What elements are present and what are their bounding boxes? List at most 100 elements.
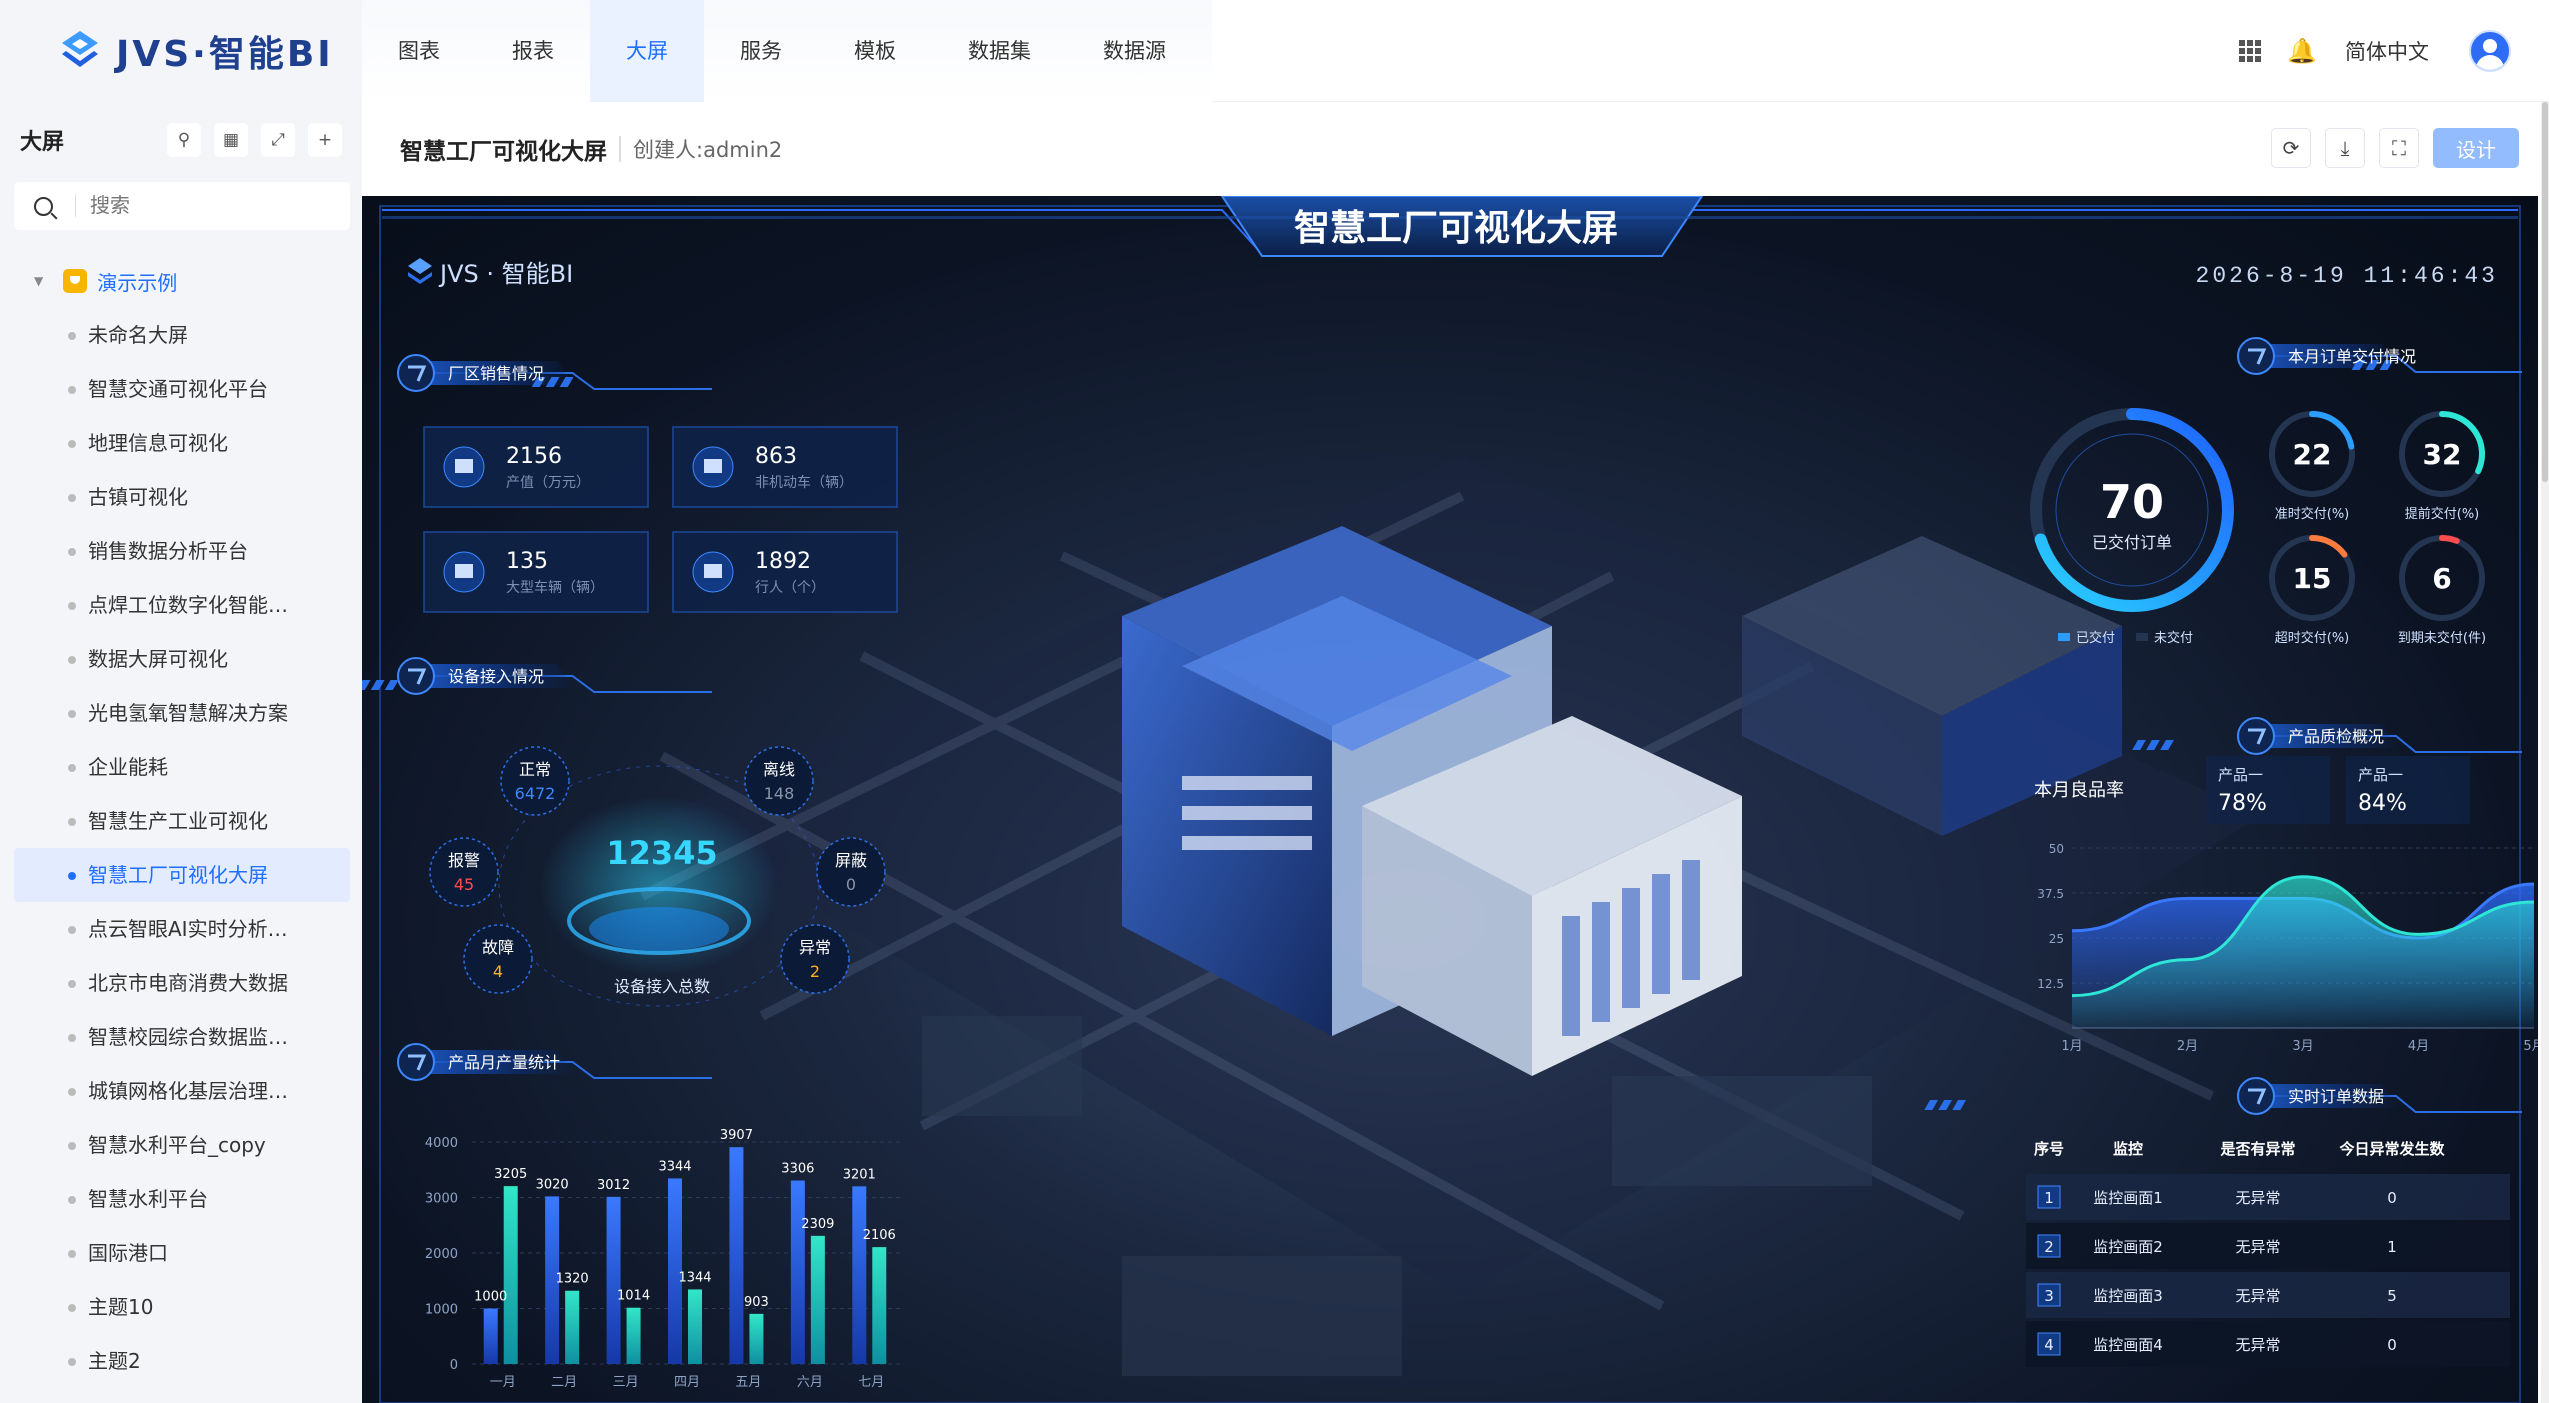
panel-devices-title: 设备接入情况 bbox=[448, 667, 544, 686]
sales-card-label: 非机动车（辆） bbox=[755, 474, 853, 491]
nav-item-4[interactable]: 模板 bbox=[818, 0, 932, 102]
bar-series-a bbox=[729, 1147, 744, 1364]
screen-tree: ▼ 演示示例 未命名大屏 智慧交通可视化平台 地理信息可视化 古镇可视化 销售数据分析平… bbox=[0, 254, 362, 1388]
search-icon bbox=[34, 196, 53, 216]
bar-series-a bbox=[852, 1186, 867, 1364]
tree-item[interactable]: 智慧水利平台 bbox=[0, 1172, 350, 1226]
nav-item-2[interactable]: 大屏 bbox=[590, 0, 704, 102]
panel-output-title: 产品月产量统计 bbox=[448, 1053, 560, 1072]
language-switcher[interactable]: 简体中文 bbox=[2345, 36, 2429, 66]
device-node-label: 离线 bbox=[763, 760, 795, 779]
table-cell: 1 bbox=[2044, 1189, 2054, 1207]
caret-down-icon[interactable]: ▼ bbox=[34, 274, 43, 288]
bar-label-b: 2309 bbox=[801, 1217, 834, 1232]
tree-item[interactable]: 未命名大屏 bbox=[0, 308, 350, 362]
main-ring-label: 已交付订单 bbox=[2092, 533, 2172, 552]
bar-category: 三月 bbox=[613, 1375, 639, 1390]
bell-icon[interactable]: 🔔 bbox=[2287, 37, 2317, 65]
tree-item[interactable]: 点焊工位数字化智能… bbox=[0, 578, 350, 632]
tree-item[interactable]: 智慧工厂可视化大屏 bbox=[14, 848, 350, 902]
tree-item[interactable]: 智慧校园综合数据监… bbox=[0, 1010, 350, 1064]
order-rings: 70 已交付订单已交付 未交付 22 准时交付(%) 32 提前交付(%) 15 超时交付(%)… bbox=[2030, 408, 2486, 646]
tree-item[interactable]: 北京市电商消费大数据 bbox=[0, 956, 350, 1010]
area-category: 2月 bbox=[2177, 1039, 2198, 1054]
search-input[interactable] bbox=[90, 194, 340, 218]
user-avatar[interactable] bbox=[2469, 30, 2511, 72]
tree-item[interactable]: 城镇网格化基层治理… bbox=[0, 1064, 350, 1118]
dashboard-canvas: 智慧工厂可视化大屏 JVS · 智能BI 2026-8-19 11:46:43 … bbox=[362, 196, 2538, 1403]
page-scrollbar[interactable] bbox=[2541, 102, 2549, 1403]
tree-item[interactable]: 数据大屏可视化 bbox=[0, 632, 350, 686]
bar-series-b bbox=[626, 1307, 641, 1364]
device-node-label: 正常 bbox=[519, 760, 551, 779]
nav-item-1[interactable]: 报表 bbox=[476, 0, 590, 102]
tree-item[interactable]: 主题2 bbox=[0, 1334, 350, 1388]
nav-item-5[interactable]: 数据集 bbox=[932, 0, 1067, 102]
tree-folder-demo[interactable]: ▼ 演示示例 bbox=[0, 254, 362, 308]
add-icon[interactable]: + bbox=[308, 123, 342, 157]
table-cell: 0 bbox=[2387, 1336, 2397, 1354]
bar-label-b: 3205 bbox=[494, 1167, 527, 1182]
table-cell: 无异常 bbox=[2235, 1238, 2280, 1256]
small-ring-label: 准时交付(%) bbox=[2275, 506, 2350, 522]
bar-category: 七月 bbox=[858, 1375, 884, 1390]
area-ytick: 25 bbox=[2049, 932, 2064, 946]
tree-item[interactable]: 古镇可视化 bbox=[0, 470, 350, 524]
tree-item[interactable]: 地理信息可视化 bbox=[0, 416, 350, 470]
sales-card-label: 产值（万元） bbox=[506, 475, 590, 491]
panel-orders-title: 本月订单交付情况 bbox=[2288, 347, 2416, 366]
tree-item[interactable]: 点云智眼AI实时分析… bbox=[0, 902, 350, 956]
download-button[interactable]: ⤓ bbox=[2325, 128, 2365, 168]
scrollbar-thumb[interactable] bbox=[2542, 102, 2548, 482]
area-ytick: 37.5 bbox=[2037, 887, 2064, 901]
bar-series-b bbox=[688, 1289, 702, 1364]
search-box bbox=[14, 182, 350, 230]
refresh-button[interactable]: ⟳ bbox=[2271, 128, 2311, 168]
tree-item[interactable]: 主题10 bbox=[0, 1280, 350, 1334]
bar-category: 六月 bbox=[797, 1375, 823, 1390]
search-divider bbox=[75, 195, 76, 217]
device-node-label: 故障 bbox=[482, 938, 514, 957]
design-button[interactable]: 设计 bbox=[2433, 128, 2519, 168]
tree-item[interactable]: 销售数据分析平台 bbox=[0, 524, 350, 578]
sales-card-value: 135 bbox=[506, 549, 548, 574]
chart-icon[interactable]: ⤢ bbox=[261, 123, 295, 157]
bar-category: 五月 bbox=[735, 1375, 761, 1390]
quality-item-name: 产品一 bbox=[2218, 766, 2263, 784]
panel-quality-title: 产品质检概况 bbox=[2288, 727, 2384, 746]
content-header: 智慧工厂可视化大屏 创建人:admin2 ⟳ ⤓ ⛶ 设计 bbox=[362, 102, 2549, 196]
quality-item-value: 78% bbox=[2218, 791, 2267, 816]
bar-series-a bbox=[483, 1308, 498, 1364]
device-node-label: 报警 bbox=[448, 851, 480, 870]
folder-icon bbox=[63, 269, 88, 293]
tree-item[interactable]: 智慧生产工业可视化 bbox=[0, 794, 350, 848]
device-total-label: 设备接入总数 bbox=[614, 977, 710, 996]
sidebar-title: 大屏 bbox=[20, 130, 65, 155]
table-icon[interactable]: ▦ bbox=[214, 123, 248, 157]
page-title: 智慧工厂可视化大屏 bbox=[400, 139, 607, 165]
table-cell: 2 bbox=[2044, 1238, 2054, 1256]
nav-item-6[interactable]: 数据源 bbox=[1067, 0, 1202, 102]
panel-orders: 本月订单交付情况 bbox=[2237, 337, 2522, 375]
tree-item[interactable]: 智慧水利平台_copy bbox=[0, 1118, 350, 1172]
tree-item[interactable]: 智慧交通可视化平台 bbox=[0, 362, 350, 416]
tree-item[interactable]: 国际港口 bbox=[0, 1226, 350, 1280]
monthly-output-chart: 0 1000 2000 3000 4000 1000 3205 一月 3020 1320 二月 301… bbox=[425, 1128, 902, 1390]
tree-item[interactable]: 企业能耗 bbox=[0, 740, 350, 794]
device-node: 报警 45 bbox=[429, 837, 499, 907]
tree-item[interactable]: 光电氢氧智慧解决方案 bbox=[0, 686, 350, 740]
logo[interactable]: JVS·智能BI bbox=[0, 0, 362, 102]
quality-items: 产品一 78% 产品一 84% bbox=[2206, 756, 2470, 824]
nav-item-0[interactable]: 图表 bbox=[362, 0, 476, 102]
nav-item-3[interactable]: 服务 bbox=[704, 0, 818, 102]
share-icon[interactable]: ⚲ bbox=[167, 123, 201, 157]
top-bar: JVS·智能BI 图表 报表 大屏 服务 模板 数据集 数据源 🔔 简体中文 bbox=[0, 0, 2549, 102]
title-divider bbox=[619, 136, 621, 162]
sidebar: 大屏 ⚲ ▦ ⤢ + ▼ 演示示例 未命名大屏智慧交通可视化平台地理信息可视化古… bbox=[0, 102, 362, 1403]
table-header: 序号 bbox=[2034, 1140, 2064, 1158]
apps-grid-icon[interactable] bbox=[2239, 40, 2262, 62]
fullscreen-button[interactable]: ⛶ bbox=[2379, 128, 2419, 168]
table-cell: 无异常 bbox=[2235, 1287, 2280, 1305]
sales-card: 863 非机动车（辆） bbox=[672, 426, 898, 508]
bar-label-a: 3306 bbox=[781, 1162, 814, 1177]
